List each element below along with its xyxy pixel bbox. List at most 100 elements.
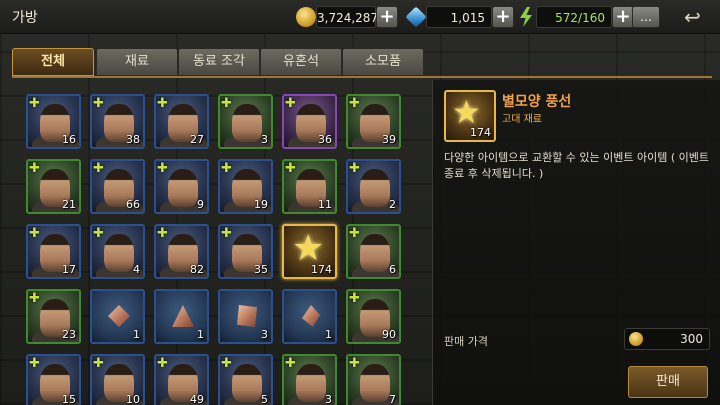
- slot-count: 27: [190, 133, 204, 146]
- add-stamina-button[interactable]: +: [612, 6, 634, 28]
- hero-portrait: [232, 364, 262, 402]
- crystal-shard-icon: [302, 305, 320, 327]
- hero-portrait: [360, 234, 390, 272]
- inventory-slot[interactable]: ✚ 2: [346, 159, 401, 214]
- inventory-slot[interactable]: ✚ 4: [90, 224, 145, 279]
- chat-button[interactable]: …: [632, 6, 660, 28]
- inventory-slot[interactable]: ✚ 21: [26, 159, 81, 214]
- companion-shard-mark-icon: ✚: [157, 161, 168, 176]
- inventory-slot[interactable]: ✚ 27: [154, 94, 209, 149]
- inventory-slot[interactable]: ✚ 17: [26, 224, 81, 279]
- inventory-slot[interactable]: ✚ 5: [218, 354, 273, 405]
- companion-shard-mark-icon: ✚: [29, 226, 40, 241]
- tab-companion-shards[interactable]: 동료 조각: [178, 48, 260, 76]
- companion-shard-mark-icon: ✚: [93, 226, 104, 241]
- slot-count: 35: [254, 263, 268, 276]
- companion-shard-mark-icon: ✚: [93, 356, 104, 371]
- slot-count: 1: [133, 328, 140, 341]
- inventory-slot[interactable]: 3: [218, 289, 273, 344]
- detail-item-name: 별모양 풍선: [502, 94, 572, 110]
- crystal-shard-icon: [172, 305, 194, 327]
- companion-shard-mark-icon: ✚: [349, 96, 360, 111]
- hero-portrait: [360, 169, 390, 207]
- slot-count: 49: [190, 393, 204, 405]
- slot-count: 6: [389, 263, 396, 276]
- inventory-slot[interactable]: ✚ 19: [218, 159, 273, 214]
- blue-gem-icon: [405, 6, 427, 28]
- hero-portrait: [168, 169, 198, 207]
- inventory-slot[interactable]: ✚ 35: [218, 224, 273, 279]
- companion-shard-mark-icon: ✚: [221, 226, 232, 241]
- detail-item-icon: ★ 174: [444, 90, 496, 142]
- tab-underline: [12, 76, 712, 78]
- gold-amount: 3,724,287: [316, 6, 378, 28]
- inventory-slot[interactable]: ★ 174: [282, 224, 337, 279]
- gold-resource: 3,724,287 +: [296, 6, 400, 28]
- detail-item-description: 다양한 아이템으로 교환할 수 있는 이벤트 아이템 ( 이벤트 종료 후 삭제…: [444, 151, 710, 180]
- inventory-slot[interactable]: 1: [154, 289, 209, 344]
- companion-shard-mark-icon: ✚: [29, 96, 40, 111]
- slot-count: 9: [197, 198, 204, 211]
- inventory-slot[interactable]: ✚ 90: [346, 289, 401, 344]
- companion-shard-mark-icon: ✚: [29, 291, 40, 306]
- slot-count: 82: [190, 263, 204, 276]
- inventory-slot[interactable]: ✚ 6: [346, 224, 401, 279]
- tab-soul-stones[interactable]: 유혼석: [260, 48, 342, 76]
- inventory-slot[interactable]: ✚ 39: [346, 94, 401, 149]
- page-title: 가방: [12, 10, 38, 26]
- slot-count: 39: [382, 133, 396, 146]
- slot-count: 17: [62, 263, 76, 276]
- back-button[interactable]: ↩: [684, 6, 710, 28]
- inventory-slot[interactable]: ✚ 15: [26, 354, 81, 405]
- slot-count: 38: [126, 133, 140, 146]
- inventory-slot[interactable]: ✚ 16: [26, 94, 81, 149]
- slot-count: 90: [382, 328, 396, 341]
- inventory-slot[interactable]: ✚ 7: [346, 354, 401, 405]
- inventory-slot[interactable]: ✚ 23: [26, 289, 81, 344]
- stamina-resource: 572/160 +: [516, 6, 634, 28]
- inventory-slot[interactable]: ✚ 36: [282, 94, 337, 149]
- companion-shard-mark-icon: ✚: [93, 161, 104, 176]
- companion-shard-mark-icon: ✚: [349, 356, 360, 371]
- inventory-grid: ✚ 16 ✚ 38 ✚ 27 ✚ 3 ✚ 36 ✚ 39 ✚ 21 ✚ 66 ✚ 9 ✚ 19 ✚ 11 ✚ 2 ✚ 17 ✚ 4 ✚ 8…: [26, 94, 408, 405]
- slot-count: 4: [133, 263, 140, 276]
- inventory-slot[interactable]: ✚ 3: [218, 94, 273, 149]
- inventory-slot[interactable]: ✚ 38: [90, 94, 145, 149]
- inventory-slot[interactable]: ✚ 82: [154, 224, 209, 279]
- sell-button[interactable]: 판매: [628, 366, 708, 398]
- companion-shard-mark-icon: ✚: [221, 161, 232, 176]
- hero-portrait: [104, 234, 134, 272]
- slot-count: 3: [261, 328, 268, 341]
- inventory-slot[interactable]: ✚ 9: [154, 159, 209, 214]
- inventory-slot[interactable]: 1: [90, 289, 145, 344]
- hero-portrait: [360, 364, 390, 402]
- companion-shard-mark-icon: ✚: [29, 161, 40, 176]
- inventory-slot[interactable]: ✚ 3: [282, 354, 337, 405]
- inventory-slot[interactable]: ✚ 10: [90, 354, 145, 405]
- tab-all[interactable]: 전체: [12, 48, 94, 76]
- inventory-slot[interactable]: ✚ 66: [90, 159, 145, 214]
- companion-shard-mark-icon: ✚: [221, 356, 232, 371]
- companion-shard-mark-icon: ✚: [221, 96, 232, 111]
- crystal-shard-icon: [108, 305, 130, 327]
- detail-item-grade: 고대 재료: [502, 114, 542, 125]
- slot-count: 5: [261, 393, 268, 405]
- stamina-amount: 572/160: [536, 6, 612, 28]
- inventory-slot[interactable]: ✚ 11: [282, 159, 337, 214]
- tab-materials[interactable]: 재료: [96, 48, 178, 76]
- slot-count: 7: [389, 393, 396, 405]
- slot-count: 21: [62, 198, 76, 211]
- companion-shard-mark-icon: ✚: [285, 161, 296, 176]
- companion-shard-mark-icon: ✚: [285, 356, 296, 371]
- gold-coin-icon: [296, 7, 316, 27]
- chat-bubble-icon: …: [640, 10, 652, 24]
- add-gem-button[interactable]: +: [492, 6, 514, 28]
- inventory-slot[interactable]: ✚ 49: [154, 354, 209, 405]
- inventory-slot[interactable]: 1: [282, 289, 337, 344]
- companion-shard-mark-icon: ✚: [157, 356, 168, 371]
- tab-consumables[interactable]: 소모품: [342, 48, 424, 76]
- companion-shard-mark-icon: ✚: [157, 226, 168, 241]
- slot-count: 15: [62, 393, 76, 405]
- add-gold-button[interactable]: +: [376, 6, 398, 28]
- top-bar: 가방 3,724,287 + 1,015 + 572/160 + … ↩: [0, 0, 720, 34]
